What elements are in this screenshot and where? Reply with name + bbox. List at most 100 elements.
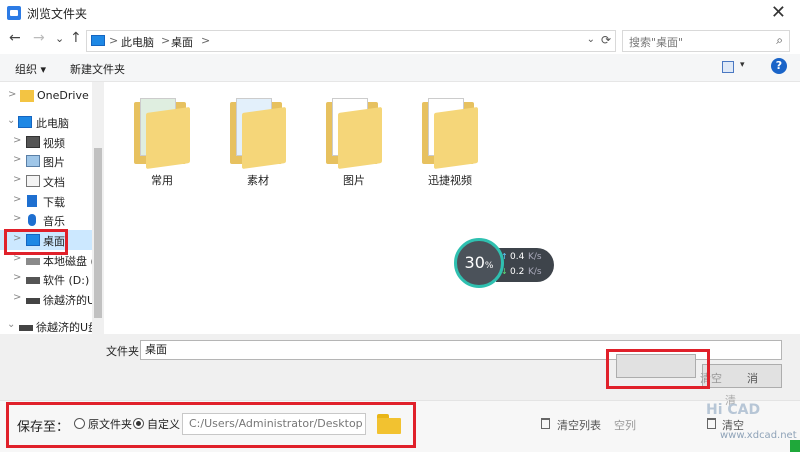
upload-unit: K/s bbox=[528, 252, 542, 262]
folder-name-label: 文件夹: bbox=[106, 345, 143, 358]
close-icon[interactable]: ✕ bbox=[771, 2, 786, 23]
app-icon bbox=[7, 6, 21, 20]
window-title: 浏览文件夹 bbox=[27, 7, 88, 21]
usage-unit: % bbox=[484, 261, 494, 271]
folder-label: 图片 bbox=[343, 174, 365, 187]
address-dropdown-icon[interactable]: ⌄ bbox=[587, 34, 595, 45]
download-speed: 0.2 bbox=[510, 267, 525, 277]
sidebar-item-label: 文档 bbox=[43, 176, 65, 189]
folder-label: 迅捷视频 bbox=[428, 174, 472, 187]
sidebar-item-pictures[interactable]: > 图片 bbox=[0, 151, 92, 171]
annotation-box-button bbox=[606, 349, 710, 389]
navigation-pane: > OneDrive ⌄ 此电脑 > 视频 > 图片 > 文档 > 下载 > 音… bbox=[0, 82, 104, 334]
sidebar-item-label: 此电脑 bbox=[36, 117, 69, 130]
clear-list-button-partial[interactable]: 空列 bbox=[614, 417, 636, 433]
document-icon bbox=[26, 175, 40, 187]
up-icon[interactable]: ↑ bbox=[70, 30, 82, 46]
search-input[interactable]: 搜索"桌面" ⌕ bbox=[622, 30, 790, 52]
crumb-this-pc[interactable]: 此电脑 bbox=[121, 34, 154, 50]
sidebar-item-label: 徐越济的U盘 bbox=[36, 321, 100, 334]
sidebar-item-label: 音乐 bbox=[43, 215, 65, 228]
music-icon bbox=[28, 214, 36, 226]
crumb-separator: > bbox=[201, 34, 211, 47]
sidebar-item-this-pc[interactable]: ⌄ 此电脑 bbox=[0, 112, 92, 132]
memory-usage-gauge: 30% bbox=[454, 238, 504, 288]
crumb-separator: > bbox=[161, 34, 171, 47]
network-speed-widget[interactable]: ↑ 0.4 K/s ↓ 0.2 K/s 30% bbox=[454, 238, 554, 288]
collapse-icon[interactable]: ⌄ bbox=[7, 319, 15, 330]
sidebar-item-label: OneDrive bbox=[37, 89, 89, 102]
clear-list-button[interactable]: 清空列表 bbox=[557, 417, 601, 433]
sidebar-item-onedrive[interactable]: > OneDrive bbox=[0, 86, 92, 106]
upload-speed: 0.4 bbox=[510, 252, 525, 262]
usage-percent: 30 bbox=[464, 253, 485, 272]
sidebar-item-usb-drive-root[interactable]: ⌄ 徐越济的U盘 bbox=[0, 316, 99, 334]
picture-icon bbox=[26, 155, 40, 167]
folder-item[interactable]: 迅捷视频 bbox=[414, 94, 486, 187]
refresh-icon[interactable]: ⟳ bbox=[601, 33, 611, 47]
drive-icon bbox=[26, 277, 40, 284]
expand-icon[interactable]: > bbox=[13, 213, 21, 224]
expand-icon[interactable]: > bbox=[13, 292, 21, 303]
pc-icon bbox=[18, 116, 32, 128]
recent-dropdown-icon[interactable]: ⌄ bbox=[55, 32, 64, 45]
trash-icon bbox=[707, 418, 716, 429]
sidebar-item-label: 图片 bbox=[43, 156, 65, 169]
search-icon[interactable]: ⌕ bbox=[776, 33, 783, 48]
sidebar-scrollbar[interactable] bbox=[92, 82, 104, 334]
sidebar-item-label: 下载 bbox=[43, 196, 65, 209]
usb-icon bbox=[19, 325, 33, 331]
expand-icon[interactable]: > bbox=[13, 194, 21, 205]
pc-icon bbox=[91, 35, 105, 46]
expand-icon[interactable]: > bbox=[13, 272, 21, 283]
annotation-box-desktop bbox=[4, 229, 68, 255]
view-dropdown-icon[interactable]: ▾ bbox=[740, 60, 745, 70]
folder-icon bbox=[20, 90, 34, 102]
folder-item[interactable]: 图片 bbox=[318, 94, 390, 187]
download-icon bbox=[27, 195, 37, 207]
drive-icon bbox=[26, 258, 40, 265]
sidebar-item-label: 软件 (D:) bbox=[43, 274, 90, 287]
cancel-label-partial: 消 bbox=[747, 372, 758, 385]
watermark-logo: Hi CAD bbox=[706, 402, 761, 418]
title-bar: 浏览文件夹 ✕ bbox=[0, 0, 800, 26]
speed-panel: ↑ 0.4 K/s ↓ 0.2 K/s bbox=[496, 248, 554, 282]
organize-menu[interactable]: 组织 ▾ bbox=[15, 61, 46, 77]
folder-label: 素材 bbox=[247, 174, 269, 187]
collapse-icon[interactable]: ⌄ bbox=[7, 115, 15, 126]
address-row: ← → ⌄ ↑ > 此电脑 > 桌面 > ⌄ ⟳ 搜索"桌面" ⌕ bbox=[0, 26, 800, 54]
toolbar: 组织 ▾ 新建文件夹 ▾ ? bbox=[0, 54, 800, 82]
address-bar[interactable]: > 此电脑 > 桌面 > ⌄ ⟳ bbox=[86, 30, 616, 52]
expand-icon[interactable]: > bbox=[13, 154, 21, 165]
folder-view: 常用 素材 图片 迅捷视频 bbox=[104, 82, 800, 334]
watermark-url: www.xdcad.net bbox=[720, 430, 797, 441]
sidebar-item-usb-drive[interactable]: > 徐越济的U盘 bbox=[0, 289, 104, 309]
folder-item[interactable]: 素材 bbox=[222, 94, 294, 187]
scrollbar-thumb[interactable] bbox=[94, 148, 102, 318]
download-unit: K/s bbox=[528, 267, 542, 277]
annotation-box-save bbox=[6, 402, 416, 448]
usb-icon bbox=[26, 298, 40, 304]
view-icon[interactable] bbox=[722, 61, 734, 73]
new-folder-button[interactable]: 新建文件夹 bbox=[70, 61, 125, 77]
help-icon[interactable]: ? bbox=[771, 58, 787, 74]
search-placeholder: 搜索"桌面" bbox=[629, 36, 684, 49]
forward-icon[interactable]: → bbox=[33, 30, 45, 46]
folder-item[interactable]: 常用 bbox=[126, 94, 198, 187]
back-icon[interactable]: ← bbox=[9, 30, 21, 46]
video-icon bbox=[26, 136, 40, 148]
sidebar-item-software-d[interactable]: > 软件 (D:) bbox=[0, 269, 92, 289]
expand-icon[interactable]: > bbox=[13, 135, 21, 146]
sidebar-item-videos[interactable]: > 视频 bbox=[0, 132, 92, 152]
sidebar-item-documents[interactable]: > 文档 bbox=[0, 171, 92, 191]
crumb-desktop[interactable]: 桌面 bbox=[171, 34, 193, 50]
trash-icon bbox=[541, 418, 550, 429]
sidebar-item-music[interactable]: > 音乐 bbox=[0, 210, 92, 230]
expand-icon[interactable]: > bbox=[13, 174, 21, 185]
crumb-separator: > bbox=[109, 34, 119, 47]
expand-icon[interactable]: > bbox=[8, 89, 16, 100]
folder-label: 常用 bbox=[151, 174, 173, 187]
sidebar-item-downloads[interactable]: > 下载 bbox=[0, 191, 92, 211]
green-corner-mark bbox=[790, 440, 800, 452]
sidebar-item-label: 视频 bbox=[43, 137, 65, 150]
